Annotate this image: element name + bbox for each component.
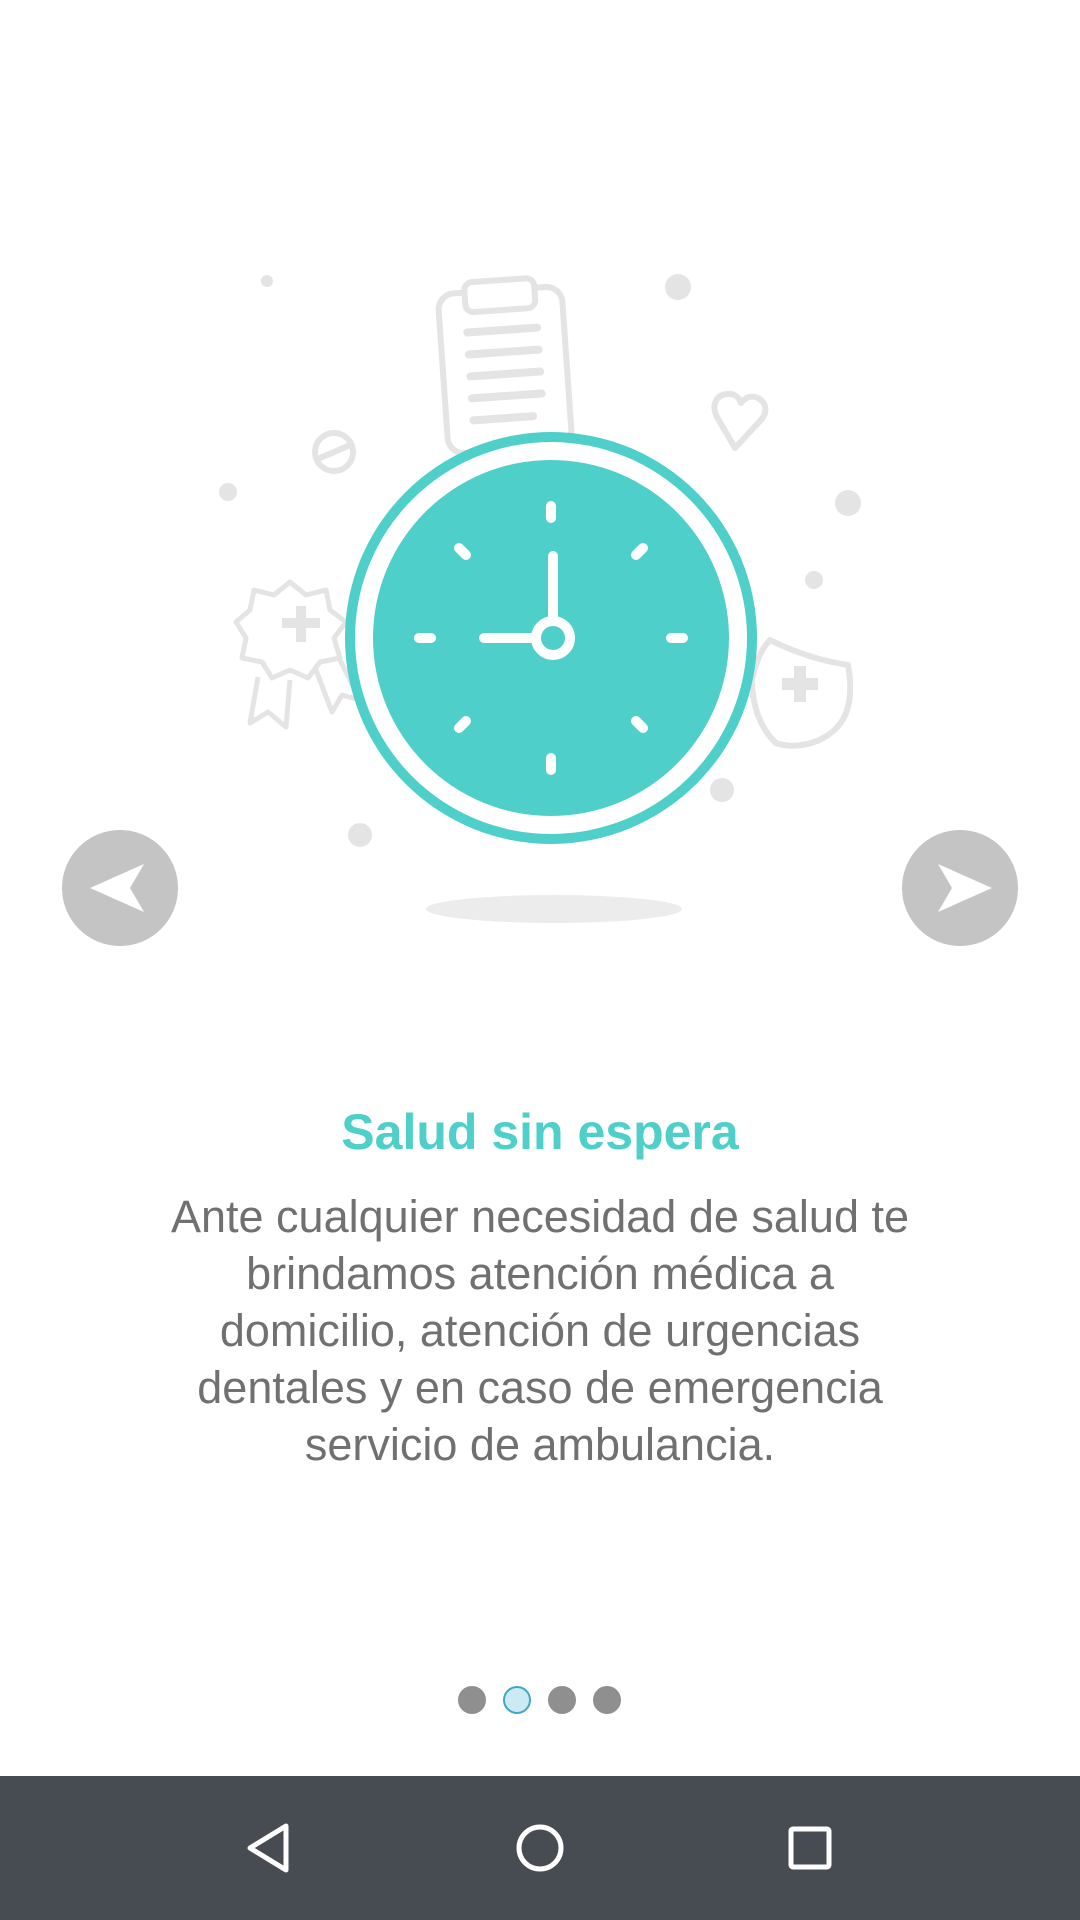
home-button[interactable]	[500, 1808, 580, 1888]
back-button[interactable]	[230, 1808, 310, 1888]
page-dot-3[interactable]	[548, 1686, 576, 1714]
heart-icon	[711, 390, 769, 451]
page-description: Ante cualquier necesidad de salud te bri…	[170, 1191, 910, 1470]
home-circle-icon	[516, 1824, 564, 1872]
onboarding-screen: Salud sin espera Ante cualquier necesida…	[0, 0, 1080, 1776]
shield-cross-icon	[749, 637, 854, 749]
page-dot-4[interactable]	[593, 1686, 621, 1714]
pill-icon	[312, 430, 356, 474]
back-triangle-icon	[247, 1823, 289, 1873]
award-ribbon-icon	[233, 579, 363, 730]
next-button[interactable]	[902, 830, 1018, 946]
page-dot-2-active[interactable]	[503, 1686, 531, 1714]
clipboard-icon	[435, 275, 575, 457]
clock-shadow	[426, 895, 682, 923]
page-indicator	[0, 1686, 1080, 1716]
recents-square-icon	[788, 1826, 832, 1870]
recents-button[interactable]	[770, 1808, 850, 1888]
arrow-right-icon	[938, 864, 992, 912]
previous-button[interactable]	[62, 830, 178, 946]
page-title: Salud sin espera	[341, 1104, 739, 1160]
clock-icon	[345, 432, 757, 844]
system-navigation-bar	[0, 1776, 1080, 1920]
page-dot-1[interactable]	[458, 1686, 486, 1714]
arrow-left-icon	[90, 864, 144, 912]
